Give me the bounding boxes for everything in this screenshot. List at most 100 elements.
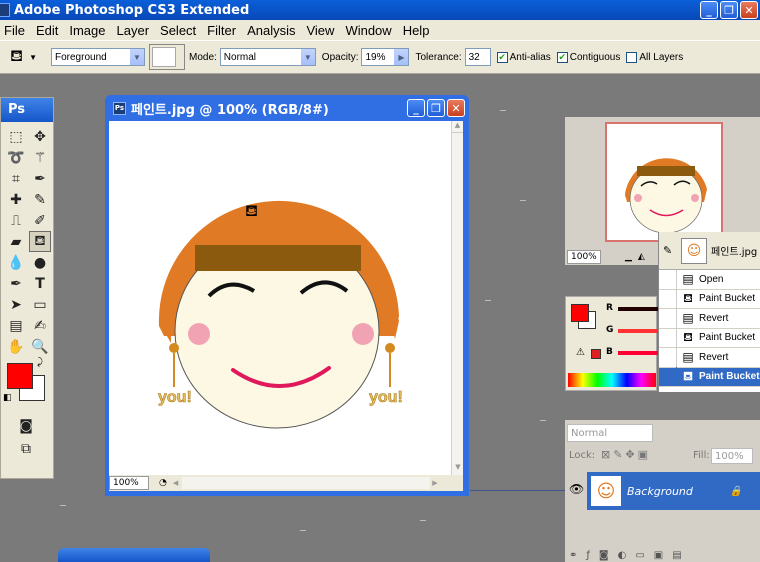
canvas[interactable]: you! you! ⛾ ▲ ▼: [109, 121, 463, 475]
history-item[interactable]: ⛾ Paint Bucket: [659, 289, 760, 309]
doc-maximize-button[interactable]: ❐: [427, 99, 445, 117]
menu-file[interactable]: File: [0, 23, 32, 38]
swap-colors-icon[interactable]: ⤸: [37, 357, 43, 368]
marquee-tool-icon[interactable]: ⬚: [5, 126, 27, 147]
dodge-tool-icon[interactable]: ●: [29, 252, 51, 273]
document-icon: Ps: [113, 101, 126, 115]
type-tool-icon[interactable]: T: [29, 273, 51, 294]
blend-mode-select[interactable]: Normal: [567, 424, 653, 442]
right-cheek: [352, 323, 374, 345]
history-item[interactable]: ⛾ Paint Bucket: [659, 328, 760, 348]
layer-panel-footer-icons[interactable]: ⚭ƒ◙◐▭▣▤: [569, 550, 691, 561]
scroll-left-icon[interactable]: ◀: [173, 479, 178, 487]
close-button[interactable]: ✕: [740, 1, 758, 19]
pen-tool-icon[interactable]: ✒: [5, 273, 27, 294]
fill-source-select[interactable]: Foreground ▼: [51, 48, 145, 66]
mode-select[interactable]: Normal ▼: [219, 48, 316, 66]
menu-edit[interactable]: Edit: [32, 23, 65, 38]
doc-minimize-button[interactable]: _: [407, 99, 425, 117]
color-ramp[interactable]: [568, 373, 656, 387]
move-tool-icon[interactable]: ✥: [29, 126, 51, 147]
healing-brush-tool-icon[interactable]: ✚: [5, 189, 27, 210]
chevron-right-icon: ▶: [394, 49, 409, 65]
g-channel-slider[interactable]: [618, 329, 658, 333]
menu-analysis[interactable]: Analysis: [243, 23, 302, 38]
menu-window[interactable]: Window: [341, 23, 398, 38]
quick-mask-icon[interactable]: ◙: [15, 415, 37, 436]
paint-bucket-tool-icon[interactable]: ⛾: [10, 47, 23, 67]
minimize-button[interactable]: _: [700, 1, 718, 19]
history-item-active[interactable]: ⛾ Paint Bucket: [659, 367, 760, 387]
lock-icons[interactable]: ⊠✎✥▣: [601, 448, 651, 461]
minimized-document-window[interactable]: [58, 548, 210, 562]
history-item[interactable]: ▤ Revert: [659, 308, 760, 329]
brush-tool-icon[interactable]: ✎: [29, 189, 51, 210]
document-title-bar[interactable]: Ps 페인트.jpg @ 100% (RGB/8#) _ ❐ ✕: [105, 95, 469, 121]
menu-view[interactable]: View: [302, 23, 341, 38]
horizontal-scrollbar[interactable]: [182, 477, 431, 489]
zoom-slider[interactable]: ◭: [638, 252, 645, 262]
pattern-picker[interactable]: [149, 44, 185, 70]
eyedropper-2-tool-icon[interactable]: ✍: [29, 315, 51, 336]
noise-mark: [540, 420, 546, 421]
zoom-out-icon[interactable]: ▁: [625, 252, 632, 262]
color-fg-swatch[interactable]: [571, 304, 589, 322]
doc-close-button[interactable]: ✕: [447, 99, 465, 117]
opacity-field[interactable]: 19% ▶: [361, 48, 410, 66]
separator-line: [470, 490, 565, 491]
menu-filter[interactable]: Filter: [203, 23, 243, 38]
warning-icon[interactable]: ⚠: [576, 347, 585, 358]
zoom-tool-icon[interactable]: 🔍: [29, 336, 51, 357]
restore-button[interactable]: ❐: [720, 1, 738, 19]
history-item[interactable]: ▤ Open: [659, 269, 760, 290]
menu-image[interactable]: Image: [65, 23, 112, 38]
contiguous-checkbox[interactable]: ✔: [556, 51, 568, 63]
crop-tool-icon[interactable]: ⌗: [5, 168, 27, 189]
left-earring-top: [169, 343, 179, 353]
tolerance-label: Tolerance:: [415, 51, 462, 63]
gamut-swatch[interactable]: [591, 349, 601, 359]
r-channel-slider[interactable]: [618, 307, 658, 311]
anti-alias-label: Anti-alias: [509, 51, 551, 63]
zoom-field[interactable]: 100%: [109, 476, 149, 490]
face-artwork: you! you! ⛾: [158, 200, 403, 429]
navigator-thumbnail[interactable]: [605, 122, 723, 242]
notes-tool-icon[interactable]: ▤: [5, 315, 27, 336]
default-colors-icon[interactable]: ◧: [3, 393, 12, 403]
eyedropper-tool-icon[interactable]: ✒: [29, 168, 51, 189]
tool-preset-dropdown-icon[interactable]: ▼: [29, 53, 37, 62]
b-channel-slider[interactable]: [618, 351, 658, 355]
path-selection-tool-icon[interactable]: ➤: [5, 294, 27, 315]
menu-layer[interactable]: Layer: [113, 23, 157, 38]
eraser-tool-icon[interactable]: ▰: [5, 231, 27, 252]
menu-help[interactable]: Help: [399, 23, 437, 38]
anti-alias-checkbox[interactable]: ✔: [496, 51, 508, 63]
noise-mark: [485, 300, 491, 301]
blur-tool-icon[interactable]: 💧: [5, 252, 27, 273]
snapshot-thumbnail[interactable]: ☺: [681, 237, 707, 264]
shape-tool-icon[interactable]: ▭: [29, 294, 51, 315]
foreground-color-swatch[interactable]: [7, 363, 33, 389]
fill-field[interactable]: 100%: [711, 448, 753, 464]
status-menu-icon[interactable]: ◔: [159, 478, 167, 488]
snapshot-brush-icon[interactable]: ✎: [663, 244, 681, 257]
all-layers-checkbox[interactable]: [626, 51, 638, 63]
layer-row-background[interactable]: ☺ Background 🔒: [587, 472, 760, 510]
history-item[interactable]: ▤ Revert: [659, 347, 760, 368]
menu-select[interactable]: Select: [156, 23, 203, 38]
stamp-tool-icon[interactable]: ⎍: [5, 210, 27, 231]
paint-bucket-tool-icon[interactable]: ⛾: [29, 231, 51, 252]
lasso-tool-icon[interactable]: ➰: [5, 147, 27, 168]
vertical-scrollbar[interactable]: ▲ ▼: [451, 121, 463, 475]
tolerance-field[interactable]: 32: [464, 48, 491, 66]
hand-tool-icon[interactable]: ✋: [5, 336, 27, 357]
screen-mode-icon[interactable]: ⧉: [15, 438, 37, 459]
history-brush-tool-icon[interactable]: ✐: [29, 210, 51, 231]
scroll-right-icon[interactable]: ▶: [432, 479, 437, 487]
paint-bucket-icon: ⛾: [683, 290, 693, 305]
navigator-zoom-field[interactable]: 100%: [567, 250, 601, 264]
g-channel-label: G: [606, 325, 614, 335]
magic-wand-tool-icon[interactable]: ⚚: [29, 147, 51, 168]
noise-mark: [60, 505, 66, 506]
visibility-eye-icon[interactable]: 👁: [569, 482, 584, 496]
